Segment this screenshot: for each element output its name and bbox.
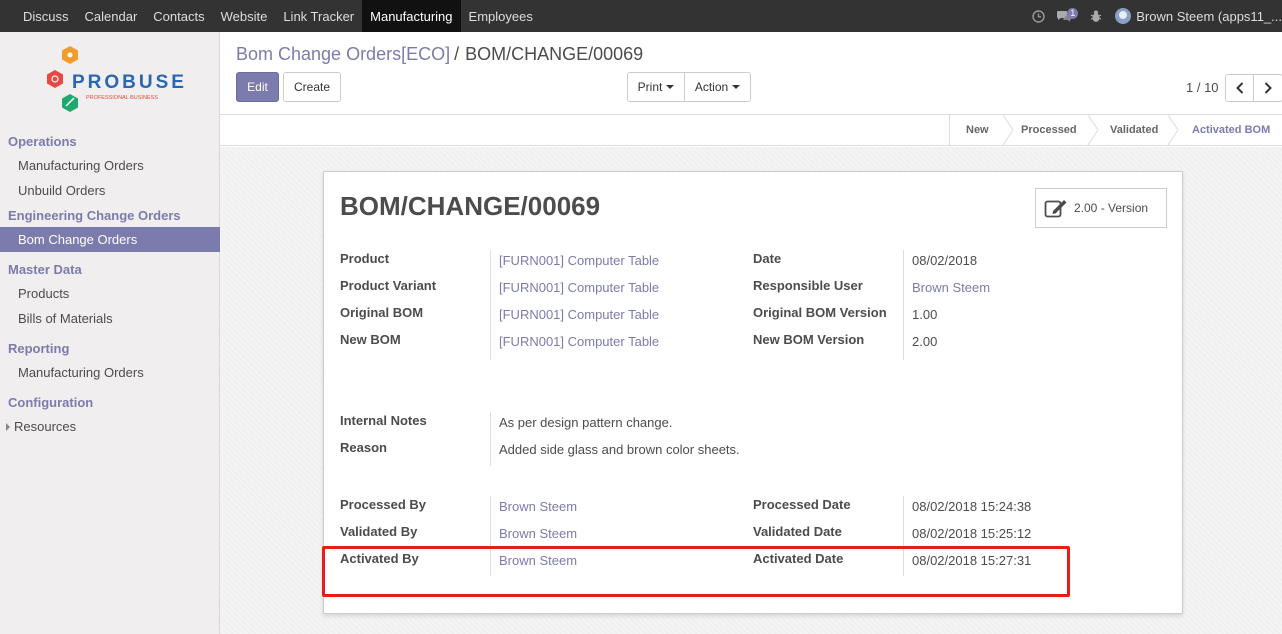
breadcrumb: Bom Change Orders[ECO] / BOM/CHANGE/00069 [236,44,643,65]
user-name: Brown Steem (apps11_... [1136,8,1282,24]
caret-down-icon [666,85,675,89]
caret-right-icon [6,422,10,431]
field-label: Validated By [340,524,418,539]
new-bom-value[interactable]: [FURN001] Computer Table [499,334,659,349]
print-label: Print [637,80,663,94]
avatar [1115,8,1132,24]
original-bom-version-value: 1.00 [912,307,938,322]
logo-subtext: PROFESSIONAL BUSINESS [86,95,158,101]
reason-value: Added side glass and brown color sheets. [499,442,740,457]
section-master-data[interactable]: Master Data [0,257,220,281]
validated-date-value: 08/02/2018 15:25:12 [912,526,1032,541]
messages-badge: 1 [1067,7,1079,19]
stage-arrow-icon [1087,115,1099,145]
field-label: Product [340,251,390,266]
field-label: Processed By [340,497,426,512]
menu-contacts[interactable]: Contacts [145,0,212,32]
print-dropdown[interactable]: Print [627,72,685,102]
new-bom-version-value: 2.00 [912,334,938,349]
product-value[interactable]: [FURN001] Computer Table [499,253,659,268]
sidebar-item-label: Resources [14,419,77,434]
highlight-box [322,546,1070,597]
field-label: Reason [340,440,387,455]
sidebar-item-reporting-manufacturing-orders[interactable]: Manufacturing Orders [0,360,220,385]
stage-divider [949,115,950,145]
sidebar: PROBUSE PROFESSIONAL BUSINESS Operations… [0,32,220,634]
app-menu: Discuss Calendar Contacts Website Link T… [0,0,541,32]
version-smart-button[interactable]: 2.00 - Version [1035,188,1167,228]
field-label: New BOM Version [753,332,865,347]
create-button[interactable]: Create [283,72,341,102]
edit-icon [1044,200,1067,218]
stage-activated-bom[interactable]: Activated BOM [1192,115,1270,145]
field-divider [903,250,904,360]
sidebar-item-products[interactable]: Products [0,281,220,306]
field-label: New BOM [340,332,401,347]
section-configuration[interactable]: Configuration [0,390,220,414]
sidebar-item-bom-change-orders[interactable]: Bom Change Orders [0,227,220,252]
section-reporting[interactable]: Reporting [0,336,220,360]
section-operations[interactable]: Operations [0,129,220,153]
field-divider [490,250,491,360]
record-title: BOM/CHANGE/00069 [340,191,601,221]
sidebar-item-manufacturing-orders[interactable]: Manufacturing Orders [0,153,220,178]
field-label: Responsible User [753,278,863,293]
section-engineering-change-orders[interactable]: Engineering Change Orders [0,203,220,227]
field-label: Internal Notes [340,413,427,428]
stage-new[interactable]: New [966,115,989,145]
menu-employees[interactable]: Employees [461,0,541,32]
clock-icon[interactable] [1025,0,1051,32]
sidebar-item-unbuild-orders[interactable]: Unbuild Orders [0,178,220,203]
action-dropdown[interactable]: Action [684,72,751,102]
responsible-user-value[interactable]: Brown Steem [912,280,990,295]
menu-manufacturing[interactable]: Manufacturing [362,0,461,32]
breadcrumb-parent[interactable]: Bom Change Orders[ECO] [236,44,450,64]
action-label: Action [694,80,729,94]
menu-link-tracker[interactable]: Link Tracker [275,0,362,32]
field-label: Processed Date [753,497,851,512]
debug-bug-icon[interactable] [1083,0,1109,32]
control-panel: Bom Change Orders[ECO] / BOM/CHANGE/00069 … [220,32,1282,114]
status-bar: New Processed Validated Activated BOM [220,114,1282,146]
field-label: Original BOM [340,305,424,320]
breadcrumb-current: BOM/CHANGE/00069 [465,44,644,64]
company-logo: PROBUSE PROFESSIONAL BUSINESS [0,32,219,126]
messages-icon[interactable]: 1 [1051,0,1083,32]
user-menu[interactable]: Brown Steem (apps11_... [1109,8,1282,24]
stage-processed[interactable]: Processed [1021,115,1077,145]
stage-arrow-icon [1002,115,1014,145]
processed-date-value: 08/02/2018 15:24:38 [912,499,1032,514]
sidebar-item-resources[interactable]: Resources [0,414,220,439]
field-label: Original BOM Version [753,305,887,320]
date-value: 08/02/2018 [912,253,978,268]
field-label: Validated Date [753,524,842,539]
breadcrumb-separator: / [454,44,460,64]
field-label: Date [753,251,782,266]
pager-previous-button[interactable] [1225,74,1254,102]
field-label: Product Variant [340,278,437,293]
menu-website[interactable]: Website [213,0,276,32]
internal-notes-value: As per design pattern change. [499,415,673,430]
stage-arrow-icon [1167,115,1179,145]
product-variant-value[interactable]: [FURN001] Computer Table [499,280,659,295]
systray: 1 Brown Steem (apps11_... [1025,0,1282,32]
edit-button[interactable]: Edit [236,72,279,102]
pager-value[interactable]: 1 / 10 [1186,80,1219,95]
caret-down-icon [732,85,741,89]
sidebar-item-bills-of-materials[interactable]: Bills of Materials [0,306,220,331]
menu-calendar[interactable]: Calendar [77,0,146,32]
top-navbar: Discuss Calendar Contacts Website Link T… [0,0,1282,32]
chevron-left-icon [1235,82,1243,94]
validated-by-value[interactable]: Brown Steem [499,526,577,541]
pager-next-button[interactable] [1253,74,1282,102]
original-bom-value[interactable]: [FURN001] Computer Table [499,307,659,322]
menu-discuss[interactable]: Discuss [15,0,77,32]
processed-by-value[interactable]: Brown Steem [499,499,577,514]
field-divider [490,412,491,466]
version-label: 2.00 - Version [1074,201,1149,215]
stage-validated[interactable]: Validated [1110,115,1158,145]
chevron-right-icon [1264,82,1272,94]
logo-text: PROBUSE [72,72,187,93]
